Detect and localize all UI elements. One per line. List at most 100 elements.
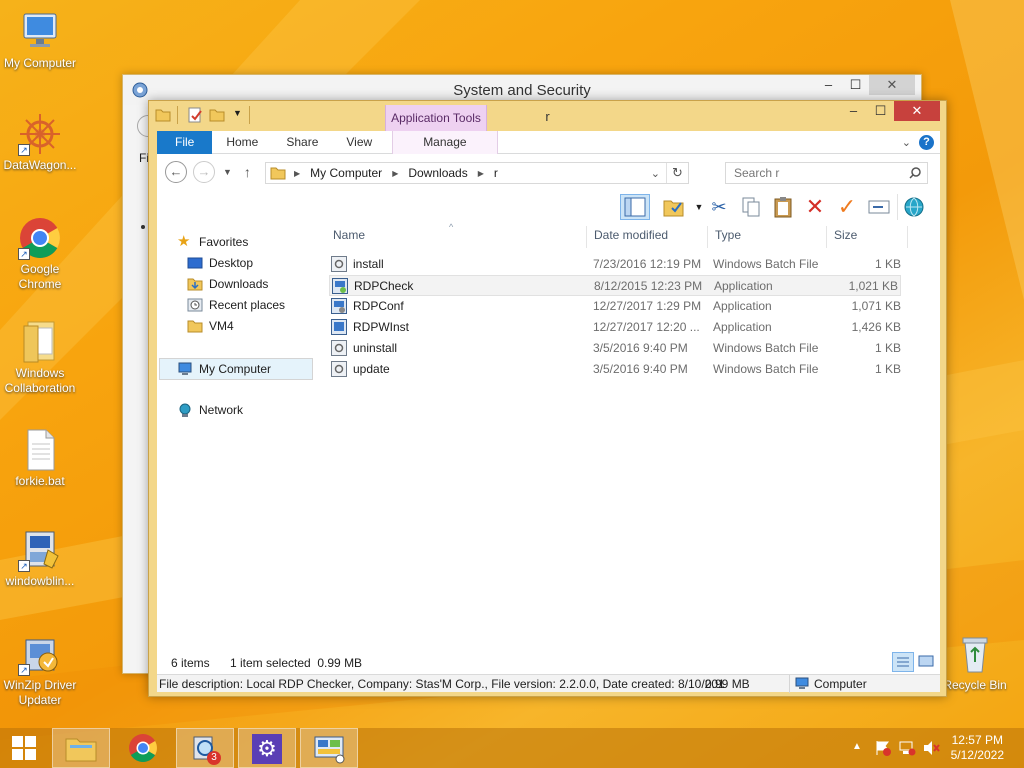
nav-desktop[interactable]: Desktop xyxy=(187,253,253,273)
file-description: File description: Local RDP Checker, Com… xyxy=(159,677,725,691)
details-view-icon xyxy=(897,657,909,667)
desktop-icon-winzip-driver-updater[interactable]: ↗ WinZip Driver Updater xyxy=(0,632,80,708)
start-button[interactable] xyxy=(0,728,48,768)
desktop-icon-forkie-bat[interactable]: forkie.bat xyxy=(0,428,80,489)
desktop-icon-label: Recycle Bin xyxy=(943,678,1007,692)
breadcrumb-downloads[interactable]: Downloads xyxy=(408,166,467,180)
batch-file-icon xyxy=(331,256,347,272)
taskbar-file-explorer[interactable] xyxy=(52,728,110,768)
clock-time: 12:57 PM xyxy=(951,733,1003,747)
nav-network[interactable]: Network xyxy=(177,400,243,420)
table-row[interactable]: update 3/5/2016 9:40 PM Windows Batch Fi… xyxy=(329,359,901,380)
check-icon[interactable]: ✓ xyxy=(833,194,861,220)
file-type: Application xyxy=(713,320,772,334)
table-row-selected[interactable]: RDPCheck 8/12/2015 12:23 PM Application … xyxy=(329,275,901,296)
network-status-icon[interactable] xyxy=(898,740,916,756)
system-clock[interactable]: 12:57 PM 5/12/2022 xyxy=(951,733,1004,763)
desktop-icon-windowblinds[interactable]: ↗ windowblin... xyxy=(0,528,80,589)
file-description-size: 0.99 MB xyxy=(705,677,750,691)
taskbar-chrome[interactable] xyxy=(114,728,172,768)
desktop-icon-recycle-bin[interactable]: Recycle Bin xyxy=(935,632,1015,693)
recent-locations-dropdown-icon[interactable]: ▼ xyxy=(223,167,232,177)
column-header-date-modified[interactable]: Date modified xyxy=(594,228,668,248)
breadcrumb-my-computer[interactable]: My Computer xyxy=(310,166,382,180)
desktop-icon-label: windowblin... xyxy=(5,574,75,588)
breadcrumb-separator-icon[interactable]: ▶ xyxy=(478,169,484,178)
taskbar-settings[interactable]: ⚙ xyxy=(238,728,296,768)
file-name: uninstall xyxy=(353,341,398,355)
clipboard-icon xyxy=(774,197,792,218)
taskbar-control-panel[interactable] xyxy=(300,728,358,768)
tab-file[interactable]: File xyxy=(157,130,213,154)
nav-recent-places[interactable]: Recent places xyxy=(187,295,285,315)
network-globe-button[interactable] xyxy=(897,194,925,220)
column-header-size[interactable]: Size xyxy=(834,228,857,248)
file-location: Computer xyxy=(814,677,867,691)
desktop-icon-my-computer[interactable]: My Computer xyxy=(0,10,80,71)
back-maximize-button[interactable]: ☐ xyxy=(842,75,869,95)
application-icon xyxy=(331,298,347,314)
desktop-icon-chrome[interactable]: ↗ Google Chrome xyxy=(0,216,80,292)
back-button[interactable]: ← xyxy=(165,161,187,183)
desktop-icon-datawagon[interactable]: ↗ DataWagon... xyxy=(0,112,80,173)
up-arrow-icon[interactable]: ↑ xyxy=(244,164,251,180)
file-size: 1 KB xyxy=(874,341,901,355)
help-icon[interactable]: ? xyxy=(919,134,934,150)
sort-ascending-icon: ^ xyxy=(449,222,454,232)
close-button[interactable]: ✕ xyxy=(894,101,940,121)
copy-button[interactable] xyxy=(737,194,765,220)
table-row[interactable]: RDPConf 12/27/2017 1:29 PM Application 1… xyxy=(329,296,901,317)
desktop-icon-windows-collaboration[interactable]: Windows Collaboration xyxy=(0,320,80,396)
show-hidden-icons-chevron-icon[interactable]: ▲ xyxy=(852,741,862,752)
table-row[interactable]: uninstall 3/5/2016 9:40 PM Windows Batch… xyxy=(329,338,901,359)
nav-my-computer-label: My Computer xyxy=(199,362,272,376)
explorer-titlebar[interactable]: ▼ Application Tools r – ☐ ✕ xyxy=(149,101,946,131)
address-dropdown-chevron-icon[interactable]: ⌄ xyxy=(651,167,660,180)
control-panel-icon xyxy=(314,736,345,764)
search-input[interactable]: Search r xyxy=(725,162,928,184)
details-view-button[interactable] xyxy=(892,652,914,672)
back-minimize-button[interactable]: – xyxy=(815,75,842,95)
nav-downloads[interactable]: Downloads xyxy=(187,274,268,294)
batch-file-icon xyxy=(331,361,347,377)
file-date: 12/27/2017 1:29 PM xyxy=(593,299,702,313)
file-explorer-window[interactable]: ▼ Application Tools r – ☐ ✕ File Home Sh… xyxy=(148,100,947,697)
navigation-bar: ← → ▼ ↑ ▶ My Computer ▶ Downloads ▶ r ⌄ … xyxy=(157,154,940,190)
cut-icon[interactable]: ✂ xyxy=(705,194,733,220)
paste-button[interactable] xyxy=(769,194,797,220)
delete-icon[interactable]: ✕ xyxy=(801,194,829,220)
back-close-button[interactable]: ✕ xyxy=(869,75,915,95)
tab-share[interactable]: Share xyxy=(272,131,332,154)
expand-ribbon-chevron-icon[interactable]: ⌄ xyxy=(902,136,911,149)
volume-muted-icon[interactable] xyxy=(922,740,940,756)
rename-button[interactable] xyxy=(865,194,893,220)
column-header-type[interactable]: Type xyxy=(715,228,741,248)
tab-manage[interactable]: Manage xyxy=(392,130,498,154)
breadcrumb-separator-icon[interactable]: ▶ xyxy=(392,169,398,178)
taskbar-search-tool[interactable]: 3 xyxy=(176,728,234,768)
nav-favorites[interactable]: ★ Favorites xyxy=(177,232,248,252)
maximize-button[interactable]: ☐ xyxy=(867,101,894,121)
forward-button[interactable]: → xyxy=(193,161,215,183)
action-center-flag-icon[interactable] xyxy=(874,740,892,756)
file-size: 1 KB xyxy=(874,362,901,376)
folder-check-icon xyxy=(663,200,684,217)
column-header-name[interactable]: Name xyxy=(333,228,365,248)
notification-badge: 3 xyxy=(207,751,221,765)
address-bar[interactable]: ▶ My Computer ▶ Downloads ▶ r ⌄ ↻ xyxy=(265,162,689,184)
large-icons-view-button[interactable] xyxy=(916,652,936,672)
properties-button[interactable] xyxy=(660,194,688,220)
table-row[interactable]: install 7/23/2016 12:19 PM Windows Batch… xyxy=(329,254,901,275)
file-name: update xyxy=(353,362,390,376)
refresh-icon[interactable]: ↻ xyxy=(666,163,688,183)
table-row[interactable]: RDPWInst 12/27/2017 12:20 ... Applicatio… xyxy=(329,317,901,338)
breadcrumb-r[interactable]: r xyxy=(494,166,498,180)
tab-home[interactable]: Home xyxy=(212,131,272,154)
nav-vm4[interactable]: VM4 xyxy=(187,316,234,336)
tab-view[interactable]: View xyxy=(332,131,386,154)
preview-pane-button[interactable] xyxy=(620,194,650,220)
nav-my-computer[interactable]: My Computer xyxy=(177,359,271,379)
minimize-button[interactable]: – xyxy=(840,101,867,121)
rename-icon xyxy=(868,200,890,214)
shortcut-arrow-icon: ↗ xyxy=(18,560,30,572)
